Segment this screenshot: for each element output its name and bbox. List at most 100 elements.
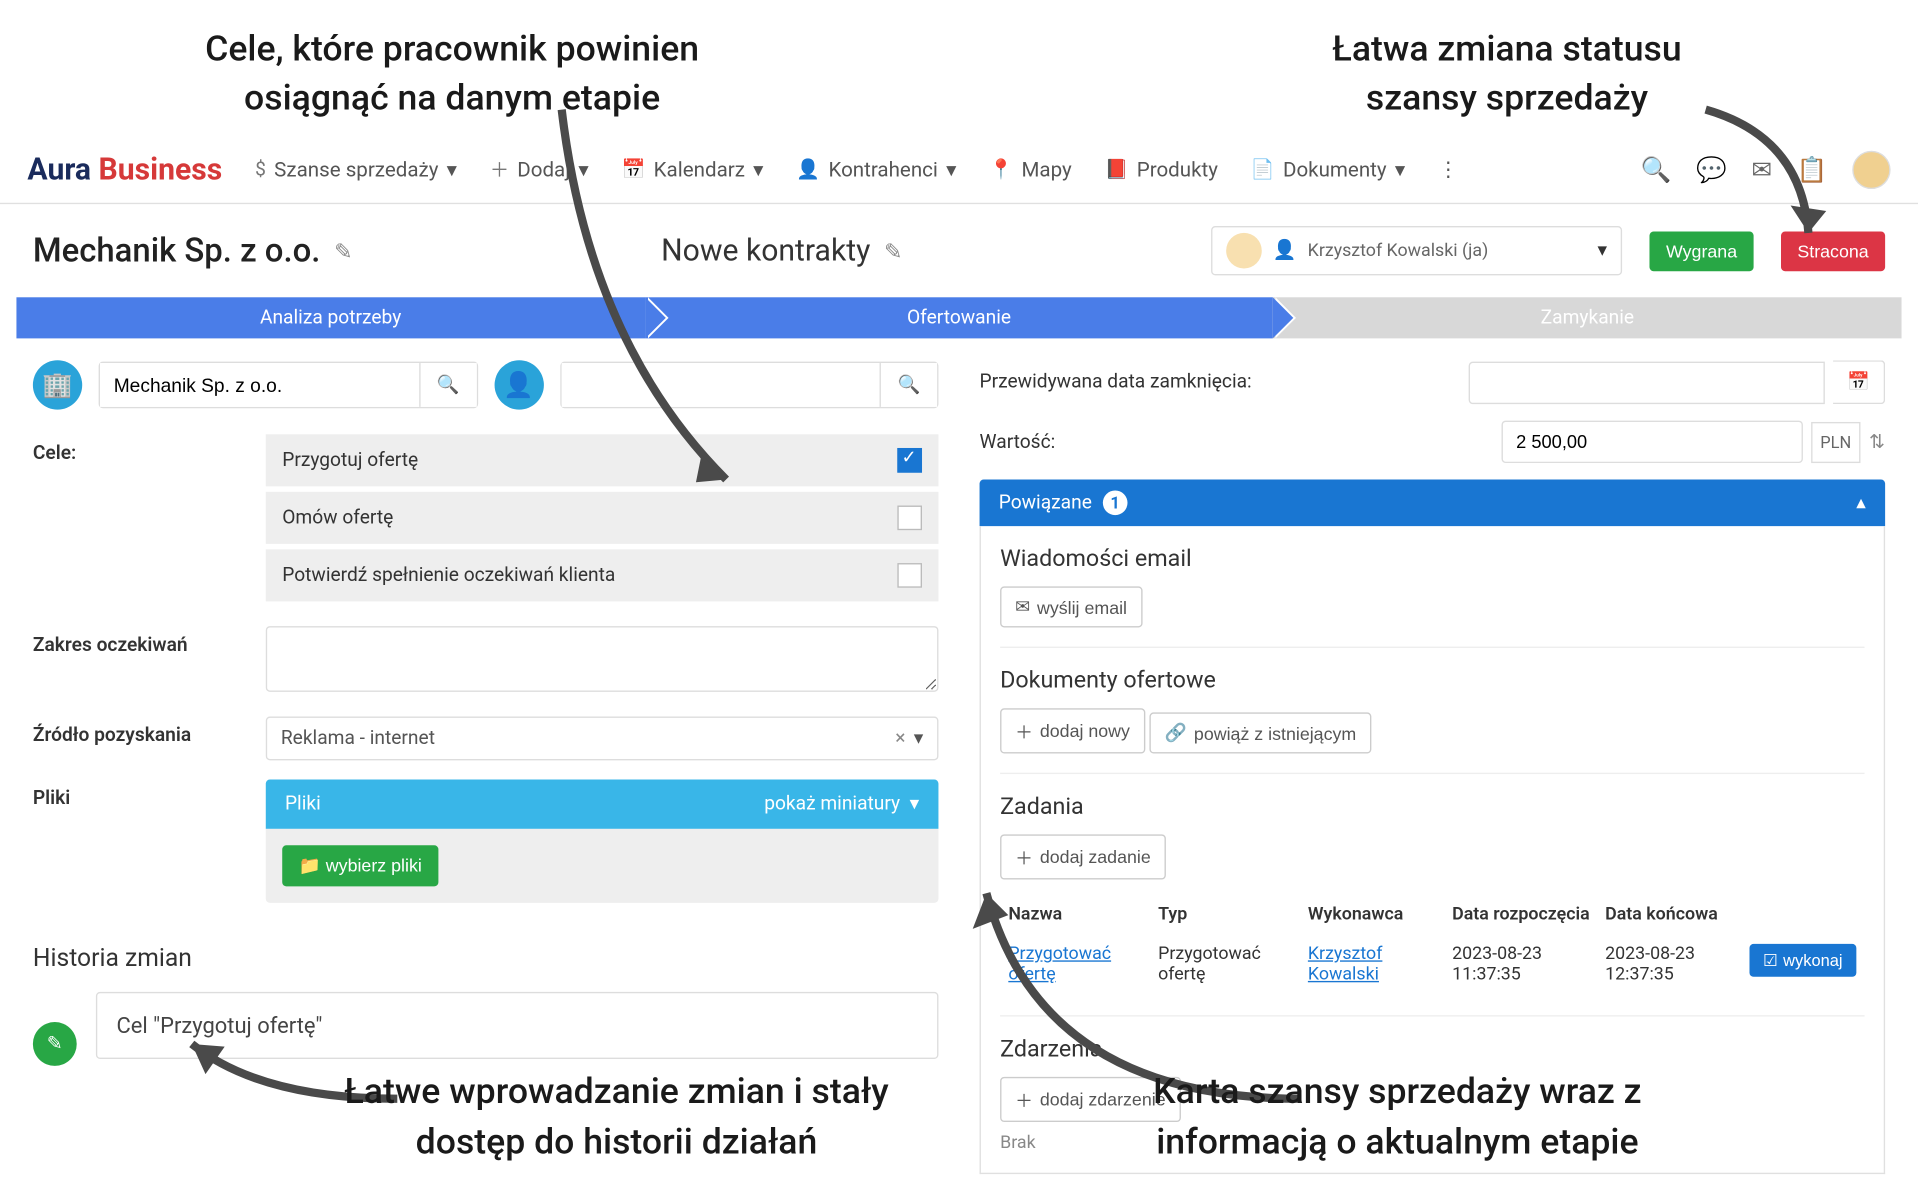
search-icon[interactable]: 🔍 [1641,155,1672,184]
envelope-icon: ✉ [1015,596,1030,618]
edit-contract-icon[interactable]: ✎ [884,238,902,264]
send-email-button[interactable]: ✉wyślij email [1000,586,1142,627]
files-panel-header[interactable]: Pliki pokaż miniatury ▾ [266,780,939,829]
right-column: Przewidywana data zamknięcia: 📅 Wartość:… [980,360,1886,1174]
col-type: Typ [1153,896,1300,933]
pin-icon: 📍 [989,159,1013,181]
task-name-link[interactable]: Przygotować ofertę [1008,944,1111,985]
plus-icon: ＋ [1015,1086,1033,1112]
goal-checkbox[interactable] [897,448,922,473]
contract-title: Nowe kontrakty ✎ [661,234,902,268]
source-select[interactable]: Reklama - internet × ▾ [266,717,939,761]
nav-add[interactable]: ＋Dodaj▾ [490,156,589,183]
pipeline-stages: Analiza potrzeby Ofertowanie Zamykanie [16,297,1901,338]
expectations-label: Zakres oczekiwań [33,626,266,697]
plus-icon: ＋ [1015,718,1033,744]
value-label: Wartość: [980,431,1502,453]
task-row: Przygotować ofertę Przygotować ofertę Kr… [1003,936,1862,994]
company-title: Mechanik Sp. z o.o. ✎ [33,232,353,270]
docs-title: Dokumenty ofertowe [1000,667,1864,694]
nav-more[interactable]: ⋮ [1438,158,1459,183]
chevron-down-icon: ▾ [1395,158,1405,183]
check-icon: ☑ [1763,951,1778,970]
goal-item[interactable]: Potwierdź spełnienie oczekiwań klienta [266,549,939,601]
related-panel-body: Wiadomości email ✉wyślij email Dokumenty… [980,526,1886,1174]
book-icon: 📕 [1105,159,1129,181]
tasks-table: Nazwa Typ Wykonawca Data rozpoczęcia Dat… [1000,893,1864,996]
goal-checkbox[interactable] [897,506,922,531]
timeline-dot-icon: ✎ [33,1022,77,1066]
owner-name: Krzysztof Kowalski (ja) [1308,240,1587,261]
add-event-button[interactable]: ＋dodaj zdarzenie [1000,1077,1181,1122]
value-input[interactable] [1501,421,1802,463]
user-avatar[interactable] [1852,151,1890,189]
chat-icon[interactable]: 💬 [1696,155,1727,184]
link-doc-button[interactable]: 🔗powiąż z istniejącym [1150,712,1372,753]
stepper-icon[interactable]: ⇅ [1869,431,1885,453]
contact-search-input[interactable] [561,363,880,407]
top-navbar: Aura Business $Szanse sprzedaży▾ ＋Dodaj▾… [0,137,1918,204]
mail-icon[interactable]: ✉ [1752,155,1773,184]
chevron-down-icon: ▾ [914,727,924,749]
search-icon: 🔍 [898,374,921,395]
link-icon: 🔗 [1165,722,1187,744]
choose-files-button[interactable]: 📁 wybierz pliki [282,845,438,886]
history-title: Historia zmian [33,944,939,973]
task-assignee-link[interactable]: Krzysztof Kowalski [1308,944,1383,985]
related-panel-header[interactable]: Powiązane 1 ▴ [980,480,1886,527]
add-task-button[interactable]: ＋dodaj zadanie [1000,834,1166,879]
edit-company-icon[interactable]: ✎ [334,238,352,264]
user-icon: 👤 [1273,240,1297,262]
clipboard-icon[interactable]: 📋 [1797,155,1828,184]
goal-item[interactable]: Przygotuj ofertę [266,434,939,486]
col-start: Data rozpoczęcia [1447,896,1597,933]
left-column: 🏢 🔍 👤 🔍 Cele: Przygotuj ofertę Omów ofer… [33,360,939,1174]
building-icon: 🏢 [33,360,82,409]
plus-icon: ＋ [1015,844,1033,870]
company-search-input[interactable] [100,363,419,407]
calendar-icon: 📅 [622,159,646,181]
nav-contractors[interactable]: 👤Kontrahenci▾ [796,158,956,183]
events-empty: Brak [1000,1133,1864,1154]
stage-offering[interactable]: Ofertowanie [645,297,1273,338]
doc-icon: 📄 [1251,159,1275,181]
company-search-button[interactable]: 🔍 [419,363,476,407]
nav-documents[interactable]: 📄Dokumenty▾ [1251,158,1405,183]
history-timeline: ✎ Cel "Przygotuj ofertę" [33,992,939,1066]
currency-label: PLN [1811,421,1861,462]
emails-title: Wiadomości email [1000,545,1864,572]
plus-icon: ＋ [490,156,509,183]
stage-analysis[interactable]: Analiza potrzeby [16,297,644,338]
goal-checkbox[interactable] [897,563,922,588]
task-end: 2023-08-23 12:37:35 [1600,936,1741,994]
col-end: Data końcowa [1600,896,1741,933]
chevron-down-icon: ▾ [578,158,588,183]
files-label: Pliki [33,780,266,903]
contact-search-button[interactable]: 🔍 [880,363,937,407]
chevron-up-icon: ▴ [1856,492,1866,514]
owner-select[interactable]: 👤 Krzysztof Kowalski (ja) ▾ [1211,226,1622,275]
clear-icon[interactable]: × [895,727,905,749]
chevron-down-icon: ▾ [447,158,457,183]
col-who: Wykonawca [1302,896,1444,933]
close-date-label: Przewidywana data zamknięcia: [980,371,1470,393]
stage-closing[interactable]: Zamykanie [1273,297,1901,338]
person-icon: 👤 [796,159,820,181]
dollar-icon: $ [255,159,266,181]
close-date-input[interactable] [1469,361,1825,403]
nav-maps[interactable]: 📍Mapy [989,158,1071,183]
calendar-button[interactable]: 📅 [1834,360,1886,404]
expectations-textarea[interactable] [266,626,939,692]
execute-task-button[interactable]: ☑wykonaj [1749,944,1856,977]
won-button[interactable]: Wygrana [1650,231,1754,271]
add-doc-button[interactable]: ＋dodaj nowy [1000,708,1145,753]
history-card: Cel "Przygotuj ofertę" [96,992,939,1059]
goals-label: Cele: [33,434,266,607]
nav-calendar[interactable]: 📅Kalendarz▾ [622,158,764,183]
chevron-down-icon: ▾ [946,158,956,183]
lost-button[interactable]: Stracona [1781,231,1885,271]
nav-sales-chances[interactable]: $Szanse sprzedaży▾ [255,158,457,183]
search-icon: 🔍 [437,374,460,395]
nav-products[interactable]: 📕Produkty [1105,158,1218,183]
goal-item[interactable]: Omów ofertę [266,492,939,544]
